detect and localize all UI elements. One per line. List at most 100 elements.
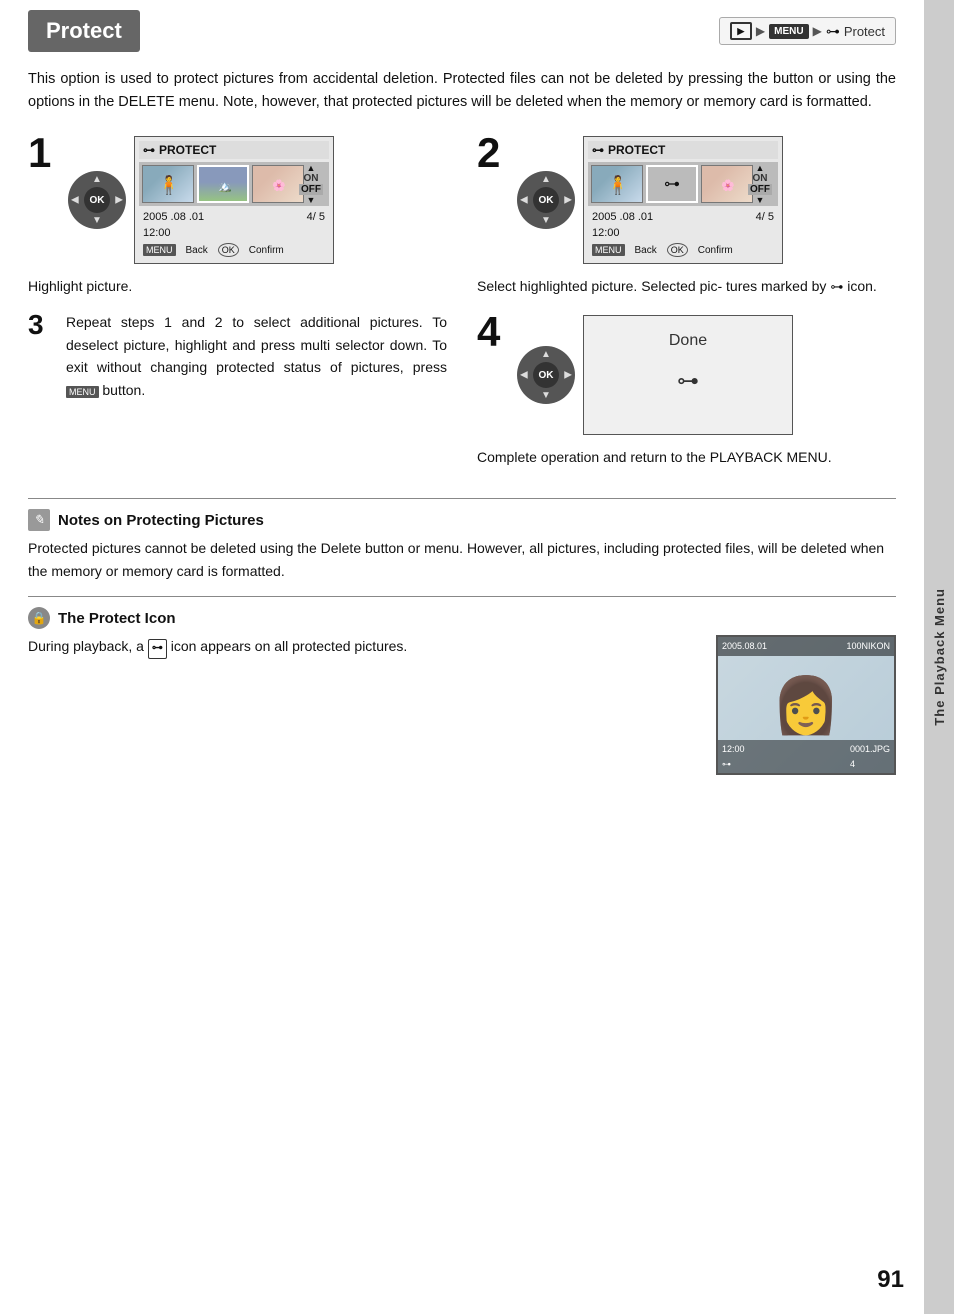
screen-2-header: ⊶ PROTECT: [588, 141, 778, 159]
screen-2-time-row: 12:00: [588, 225, 778, 241]
screen-1-footer: MENU Back OK Confirm: [139, 241, 329, 259]
key-symbol-dialog: ⊶: [677, 368, 699, 394]
notes-header: ✎ Notes on Protecting Pictures: [28, 509, 896, 531]
screen-1-header: ⊶ PROTECT: [139, 141, 329, 159]
step-4-dpad-area: ▲ ▼ ◀ ▶ OK Done ⊶: [517, 315, 793, 435]
playback-time: 12:00: [722, 742, 745, 756]
thumb-person-1: 🧍: [143, 166, 194, 203]
menu-small-1: MENU: [143, 244, 176, 256]
playback-bottom-left: 12:00 ⊶: [722, 742, 745, 771]
protect-key-bottom: ⊶: [722, 757, 745, 771]
thumb-1a: 🧍: [142, 165, 194, 203]
playback-date: 2005.08.01: [722, 639, 767, 653]
thumbnails-wrapper-1: 🧍 🏔️ 🌸 ▲ ON: [139, 162, 329, 206]
camera-screen-1: ⊶ PROTECT 🧍 🏔️: [134, 136, 334, 264]
steps-grid-top: 1 ▲ ▼ ◀ ▶ OK ⊶ PROTECT: [28, 132, 896, 297]
thumb-flower-1: 🌸: [253, 166, 304, 203]
protect-icon-sym: 🔒: [32, 611, 47, 625]
step-2-number: 2: [477, 132, 507, 174]
step-4-number: 4: [477, 311, 507, 353]
key-sym-caption: ⊶: [830, 277, 843, 297]
screen-1-title: PROTECT: [159, 143, 216, 157]
key-icon-thumb: ⊶: [664, 174, 680, 194]
screen-2-time: 12:00: [592, 227, 620, 239]
back-label-1: Back: [186, 245, 208, 256]
intro-paragraph: This option is used to protect pictures …: [28, 68, 896, 114]
screen-1-date: 2005 .08 .01: [143, 211, 204, 223]
breadcrumb-arrow2: ▶: [813, 24, 822, 38]
off-label-1: OFF: [299, 184, 323, 195]
arrow-down-1: ▼: [307, 195, 316, 205]
protect-icon-header: 🔒 The Protect Icon: [28, 607, 896, 629]
key-icon-1: ⊶: [143, 143, 155, 157]
done-text: Done: [669, 332, 707, 350]
notes-section: ✎ Notes on Protecting Pictures Protected…: [28, 498, 896, 582]
dpad-down-4: ▼: [541, 390, 551, 401]
on-off-block-2: ▲ ON OFF ▼: [748, 163, 772, 205]
screen-2-fraction: 4/ 5: [756, 211, 774, 223]
step-3-text: Repeat steps 1 and 2 to select additiona…: [66, 311, 447, 401]
done-dialog: Done ⊶: [583, 315, 793, 435]
on-label-2: ON: [753, 173, 768, 184]
step-4: 4 ▲ ▼ ◀ ▶ OK Done ⊶ Complete: [477, 311, 896, 468]
thumb-1c: 🌸: [252, 165, 304, 203]
notes-icon: ✎: [28, 509, 50, 531]
dpad-down-2: ▼: [541, 215, 551, 226]
screen-1-time: 12:00: [143, 227, 171, 239]
page-title-box: Protect: [28, 10, 140, 52]
protect-icon-text: During playback, a ⊶ icon appears on all…: [28, 635, 700, 659]
key-icon-2: ⊶: [592, 143, 604, 157]
dpad-4: ▲ ▼ ◀ ▶ OK: [517, 346, 575, 404]
step-4-header: 4 ▲ ▼ ◀ ▶ OK Done ⊶: [477, 311, 896, 435]
confirm-label-1: Confirm: [249, 245, 284, 256]
step-1-caption: Highlight picture.: [28, 276, 447, 297]
breadcrumb-arrow1: ▶: [756, 24, 765, 38]
thumb-2a: 🧍: [591, 165, 643, 203]
screen-1-fraction: 4/ 5: [307, 211, 325, 223]
screen-2-footer: MENU Back OK Confirm: [588, 241, 778, 259]
step-1: 1 ▲ ▼ ◀ ▶ OK ⊶ PROTECT: [28, 132, 447, 297]
breadcrumb: ▶ ▶ MENU ▶ ⊶ Protect: [719, 17, 896, 45]
protect-icon-body: During playback, a ⊶ icon appears on all…: [28, 635, 896, 775]
arrow-up-1: ▲: [307, 163, 316, 173]
sidebar-tab: The Playback Menu: [924, 0, 954, 1314]
on-label-1: ON: [304, 173, 319, 184]
on-off-block-1: ▲ ON OFF ▼: [299, 163, 323, 205]
playback-bottom-overlay: 12:00 ⊶ 0001.JPG 4: [718, 740, 894, 773]
dpad-down-1: ▼: [92, 215, 102, 226]
dpad-2: ▲ ▼ ◀ ▶ OK: [517, 171, 575, 229]
step-2-dpad-area: ▲ ▼ ◀ ▶ OK ⊶ PROTECT: [517, 136, 783, 264]
screen-2-date: 2005 .08 .01: [592, 211, 653, 223]
playback-bottom-right: 0001.JPG 4: [850, 742, 890, 771]
step-3-number: 3: [28, 311, 58, 339]
arrow-up-2: ▲: [756, 163, 765, 173]
page-header: Protect ▶ ▶ MENU ▶ ⊶ Protect: [28, 0, 896, 52]
playback-top-overlay: 2005.08.01 100NIKON: [718, 637, 894, 655]
dpad-left-2: ◀: [520, 195, 528, 206]
dpad-left-1: ◀: [71, 195, 79, 206]
menu-icon: MENU: [769, 24, 808, 39]
step-2: 2 ▲ ▼ ◀ ▶ OK ⊶ PROTECT: [477, 132, 896, 297]
dpad-right-1: ▶: [115, 195, 123, 206]
playback-frame: 4: [850, 757, 890, 771]
step-3: 3 Repeat steps 1 and 2 to select additio…: [28, 311, 447, 468]
step-1-number: 1: [28, 132, 58, 174]
key-icon-breadcrumb: ⊶: [826, 23, 840, 40]
dpad-up-2: ▲: [541, 174, 551, 185]
off-label-2: OFF: [748, 184, 772, 195]
thumbnails-wrapper-2: 🧍 ⊶ 🌸 ▲ ON: [588, 162, 778, 206]
steps-grid-bottom: 3 Repeat steps 1 and 2 to select additio…: [28, 311, 896, 468]
dpad-center-2: OK: [533, 187, 559, 213]
page-number: 91: [877, 1266, 904, 1294]
camera-screen-2: ⊶ PROTECT 🧍 ⊶: [583, 136, 783, 264]
menu-button-ref: MENU: [66, 386, 99, 398]
key-sym-inline: ⊶: [148, 639, 167, 659]
dpad-up-4: ▲: [541, 349, 551, 360]
dpad-right-2: ▶: [564, 195, 572, 206]
back-label-2: Back: [635, 245, 657, 256]
dpad-center-1: OK: [84, 187, 110, 213]
protect-icon-title: The Protect Icon: [58, 610, 176, 627]
menu-small-2: MENU: [592, 244, 625, 256]
protect-icon-badge: 🔒: [28, 607, 50, 629]
page-title: Protect: [46, 18, 122, 43]
